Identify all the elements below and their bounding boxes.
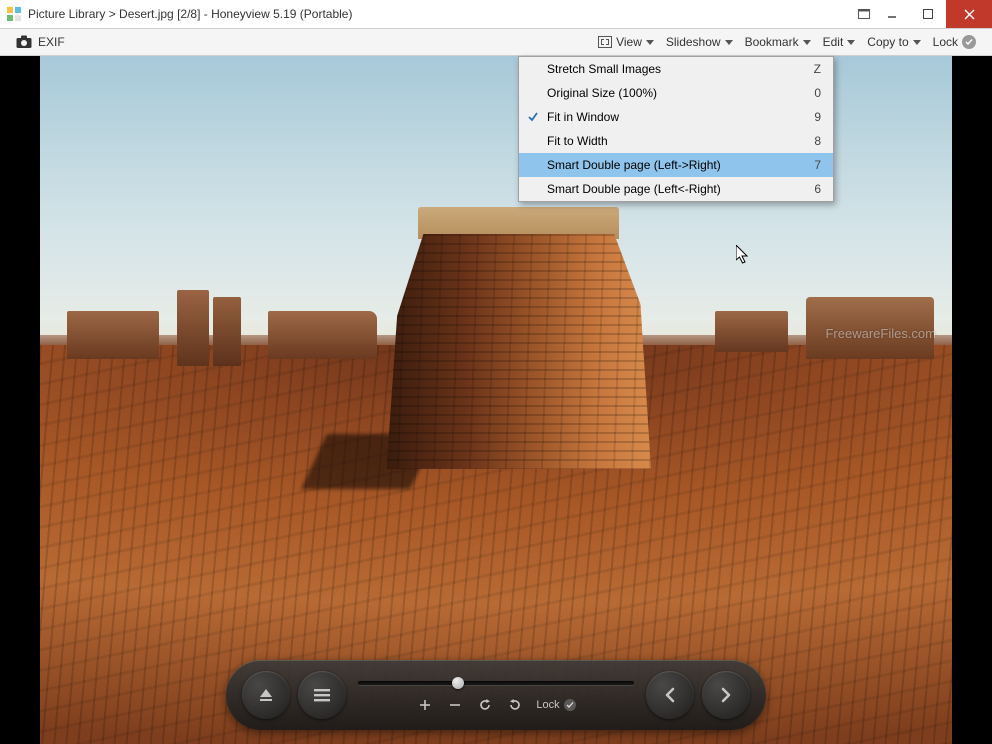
prev-button[interactable]: [646, 671, 694, 719]
view-label: View: [616, 35, 642, 49]
view-option-shortcut: 6: [801, 182, 821, 196]
bookmark-menu[interactable]: Bookmark: [739, 29, 817, 55]
chevron-down-icon: [725, 40, 733, 45]
view-icon: [598, 36, 612, 48]
player-bar: Lock: [226, 660, 766, 730]
view-option[interactable]: Smart Double page (Left->Right)7: [519, 153, 833, 177]
chevron-down-icon: [646, 40, 654, 45]
view-option[interactable]: Fit to Width8: [519, 129, 833, 153]
close-button[interactable]: [946, 0, 992, 28]
zoom-out-button[interactable]: [446, 696, 464, 714]
watermark-text: FreewareFiles.com: [825, 326, 936, 341]
rotate-right-button[interactable]: [506, 696, 524, 714]
edit-menu[interactable]: Edit: [817, 29, 862, 55]
view-option-label: Smart Double page (Left->Right): [547, 158, 801, 172]
slideshow-label: Slideshow: [666, 35, 721, 49]
check-circle-icon: [564, 699, 576, 711]
chevron-down-icon: [803, 40, 811, 45]
view-option[interactable]: Original Size (100%)0: [519, 81, 833, 105]
exif-button[interactable]: EXIF: [10, 29, 71, 55]
minimize-button[interactable]: [874, 0, 910, 28]
next-button[interactable]: [702, 671, 750, 719]
view-option-shortcut: Z: [801, 62, 821, 76]
lock-button[interactable]: Lock: [927, 29, 982, 55]
copyto-menu[interactable]: Copy to: [861, 29, 926, 55]
window-controls: [854, 0, 992, 28]
camera-icon: [16, 35, 32, 49]
view-option[interactable]: Fit in Window9: [519, 105, 833, 129]
bookmark-label: Bookmark: [745, 35, 799, 49]
view-dropdown: Stretch Small ImagesZOriginal Size (100%…: [518, 56, 834, 202]
view-option-shortcut: 0: [801, 86, 821, 100]
view-option-label: Fit in Window: [547, 110, 801, 124]
fullscreen-button[interactable]: [854, 0, 874, 28]
menu-button[interactable]: [298, 671, 346, 719]
zoom-in-button[interactable]: [416, 696, 434, 714]
zoom-slider[interactable]: [358, 676, 634, 690]
cursor-icon: [736, 245, 750, 265]
copyto-label: Copy to: [867, 35, 908, 49]
image-viewport[interactable]: FreewareFiles.com Stretch Small ImagesZO…: [0, 56, 992, 744]
check-icon: [526, 110, 540, 124]
player-lock-button[interactable]: Lock: [536, 699, 575, 711]
view-option-shortcut: 7: [801, 158, 821, 172]
view-option-label: Fit to Width: [547, 134, 801, 148]
titlebar: Picture Library > Desert.jpg [2/8] - Hon…: [0, 0, 992, 28]
view-menu[interactable]: View: [592, 29, 660, 55]
view-option[interactable]: Stretch Small ImagesZ: [519, 57, 833, 81]
view-option-label: Original Size (100%): [547, 86, 801, 100]
player-lock-label: Lock: [536, 699, 559, 711]
view-option[interactable]: Smart Double page (Left<-Right)6: [519, 177, 833, 201]
lock-label: Lock: [933, 35, 958, 49]
view-option-label: Stretch Small Images: [547, 62, 801, 76]
rotate-left-button[interactable]: [476, 696, 494, 714]
edit-label: Edit: [823, 35, 844, 49]
exif-label: EXIF: [38, 35, 65, 49]
maximize-button[interactable]: [910, 0, 946, 28]
slideshow-menu[interactable]: Slideshow: [660, 29, 739, 55]
view-option-shortcut: 8: [801, 134, 821, 148]
view-option-shortcut: 9: [801, 110, 821, 124]
window-title: Picture Library > Desert.jpg [2/8] - Hon…: [28, 7, 854, 21]
app-logo-icon: [6, 6, 22, 22]
eject-button[interactable]: [242, 671, 290, 719]
view-option-label: Smart Double page (Left<-Right): [547, 182, 801, 196]
toolbar: EXIF View Slideshow Bookmark Edit Copy t…: [0, 28, 992, 56]
chevron-down-icon: [913, 40, 921, 45]
chevron-down-icon: [847, 40, 855, 45]
check-circle-icon: [962, 35, 976, 49]
